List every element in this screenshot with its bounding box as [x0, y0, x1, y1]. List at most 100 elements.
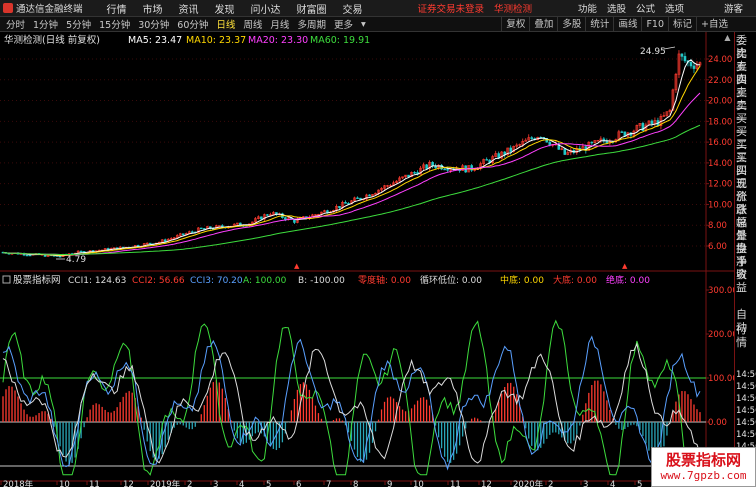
indicator-tick-label: 100.00 — [708, 374, 734, 384]
candle-body — [338, 206, 341, 209]
kline-chart[interactable]: ▲ ▲ — [1, 46, 702, 270]
price-tick-label: 22.00 — [708, 76, 732, 86]
period-daily[interactable]: 日线 — [212, 17, 239, 31]
indicator-header: 股票指标网 CCI1: 124.63 CCI2: 56.66 CCI3: 70.… — [2, 274, 650, 286]
x-tick-label: 5 — [637, 480, 642, 487]
x-tick-label: 9 — [387, 480, 392, 487]
period-monthly[interactable]: 月线 — [266, 17, 293, 31]
tick-time: 14:56 — [736, 430, 756, 440]
candle-body — [620, 131, 624, 133]
tool-multi-stock[interactable]: 多股 — [557, 17, 585, 32]
period-5min[interactable]: 5分钟 — [62, 17, 95, 31]
x-tick-label: 4 — [239, 480, 244, 487]
chevron-down-icon[interactable]: ▾ — [357, 19, 370, 30]
watermark: 股票指标网 www.7gpzb.com — [651, 447, 756, 487]
indicator-settings-icon[interactable] — [2, 275, 11, 284]
menu-bar: 通达信金融终端 行情 市场 资讯 发现 问小达 财富圈 交易 证券交易未登录 华… — [0, 0, 756, 17]
tool-adjust[interactable]: 复权 — [501, 17, 529, 32]
x-tick-label: 11 — [89, 480, 100, 487]
tick-time: 14:56 — [736, 370, 756, 380]
menu-item-trade[interactable]: 交易 — [335, 1, 371, 16]
candle-body — [368, 194, 371, 197]
x-tick-label: 2020年 — [513, 479, 544, 487]
indicator-y-axis: 300.00200.00100.000.00-100.00 — [706, 286, 734, 472]
indicator-name: 股票指标网 — [13, 274, 61, 286]
x-tick-label: 12 — [481, 480, 492, 487]
period-toolbar: 分时 1分钟 5分钟 15分钟 30分钟 60分钟 日线 周线 月线 多周期 更… — [0, 17, 756, 32]
x-tick-label: 3 — [213, 480, 218, 487]
price-tick-label: 24.00 — [708, 55, 732, 65]
ma5-label: MA5: 23.47 — [128, 35, 182, 46]
candle-body — [683, 56, 687, 62]
menu-function[interactable]: 功能 — [573, 1, 602, 15]
indicator-tick-label: 200.00 — [708, 330, 734, 340]
period-weekly[interactable]: 周线 — [239, 17, 266, 31]
menu-item-ask[interactable]: 问小达 — [243, 1, 289, 16]
period-intraday[interactable]: 分时 — [2, 17, 29, 31]
candle-body — [79, 250, 83, 253]
ma20-label: MA20: 23.30 — [248, 35, 308, 46]
period-30min[interactable]: 30分钟 — [134, 17, 173, 31]
indicator-chart[interactable] — [0, 319, 706, 476]
period-1min[interactable]: 1分钟 — [29, 17, 62, 31]
menu-stock-picker[interactable]: 选股 — [602, 1, 631, 15]
tick-time: 14:56 — [736, 394, 756, 404]
menu-item-market[interactable]: 市场 — [135, 1, 171, 16]
period-multi[interactable]: 多周期 — [293, 17, 330, 31]
candle-body — [563, 148, 567, 155]
candle-body — [344, 202, 347, 204]
b-label: B: -100.00 — [298, 276, 345, 286]
cci3-label: CCI3: 70.20 — [190, 276, 243, 286]
tick-time: 14:56 — [736, 418, 756, 428]
menu-options[interactable]: 选项 — [660, 1, 689, 15]
tool-mark[interactable]: 标记 — [668, 17, 696, 32]
menu-item-news[interactable]: 资讯 — [171, 1, 207, 16]
x-tick-label: 10 — [59, 480, 70, 487]
candle-body — [425, 164, 428, 169]
scroll-up-icon[interactable]: ▲ — [722, 33, 733, 43]
x-tick-label: 5 — [266, 480, 271, 487]
tool-add-watchlist[interactable]: +自选 — [696, 17, 732, 32]
candle-body — [509, 147, 513, 152]
x-tick-label: 7 — [326, 480, 331, 487]
x-tick-label: 2 — [187, 480, 192, 487]
ma60-label: MA60: 19.91 — [310, 35, 370, 46]
candle-body — [680, 53, 684, 57]
period-60min[interactable]: 60分钟 — [173, 17, 212, 31]
tool-draw-line[interactable]: 画线 — [613, 17, 641, 32]
candle-body — [359, 197, 362, 200]
guest-login[interactable]: 游客 — [719, 1, 748, 15]
stock-name-link[interactable]: 华测检测 — [489, 1, 537, 15]
x-tick-label: 2019年 — [150, 479, 181, 487]
price-tick-label: 6.00 — [708, 242, 727, 252]
tool-f10[interactable]: F10 — [641, 17, 668, 32]
low-price-label: 4.79 — [66, 255, 86, 265]
chart-area[interactable]: ▲ ▲ 华测检测(日线 前复权) MA5: 23.47 MA10: 23.37 M… — [0, 32, 734, 487]
trade-login-status[interactable]: 证券交易未登录 — [413, 1, 490, 15]
tool-statistics[interactable]: 统计 — [585, 17, 613, 32]
candle-body — [199, 227, 203, 230]
x-axis: 2018年1011122019年234567891011122020年23456 — [0, 479, 668, 487]
main-y-axis: 24.00 22.00 20.00 18.00 16.00 14.00 12.00 10.00… — [706, 55, 732, 252]
candle-body — [485, 159, 488, 161]
tool-overlay[interactable]: 叠加 — [529, 17, 557, 32]
quote-sidebar: 委比 卖五 卖四 卖三 卖二 卖一 买一 买二 买三 买四 买五 现价 涨跌 涨幅 总量 外盘 换手 净资 收益 自动… — [734, 32, 756, 487]
event-marker-icon: ▲ — [294, 262, 300, 270]
candle-body — [266, 214, 269, 216]
candle-body — [25, 254, 29, 257]
period-more[interactable]: 更多 — [330, 17, 357, 31]
menu-item-discover[interactable]: 发现 — [207, 1, 243, 16]
ma20-line — [2, 92, 701, 256]
x-tick-label: 2 — [548, 480, 553, 487]
indicator-tick-label: 0.00 — [708, 418, 727, 428]
candle-body — [590, 141, 594, 144]
x-tick-label: 8 — [353, 480, 358, 487]
candle-body — [650, 120, 654, 125]
menu-item-fortune[interactable]: 财富圈 — [289, 1, 335, 16]
menu-item-quotes[interactable]: 行情 — [99, 1, 135, 16]
price-tick-label: 16.00 — [708, 138, 732, 148]
period-15min[interactable]: 15分钟 — [95, 17, 134, 31]
menu-formula[interactable]: 公式 — [631, 1, 660, 15]
candle-body — [443, 168, 446, 171]
sidebar-auto-label[interactable]: 行情 — [736, 323, 756, 349]
